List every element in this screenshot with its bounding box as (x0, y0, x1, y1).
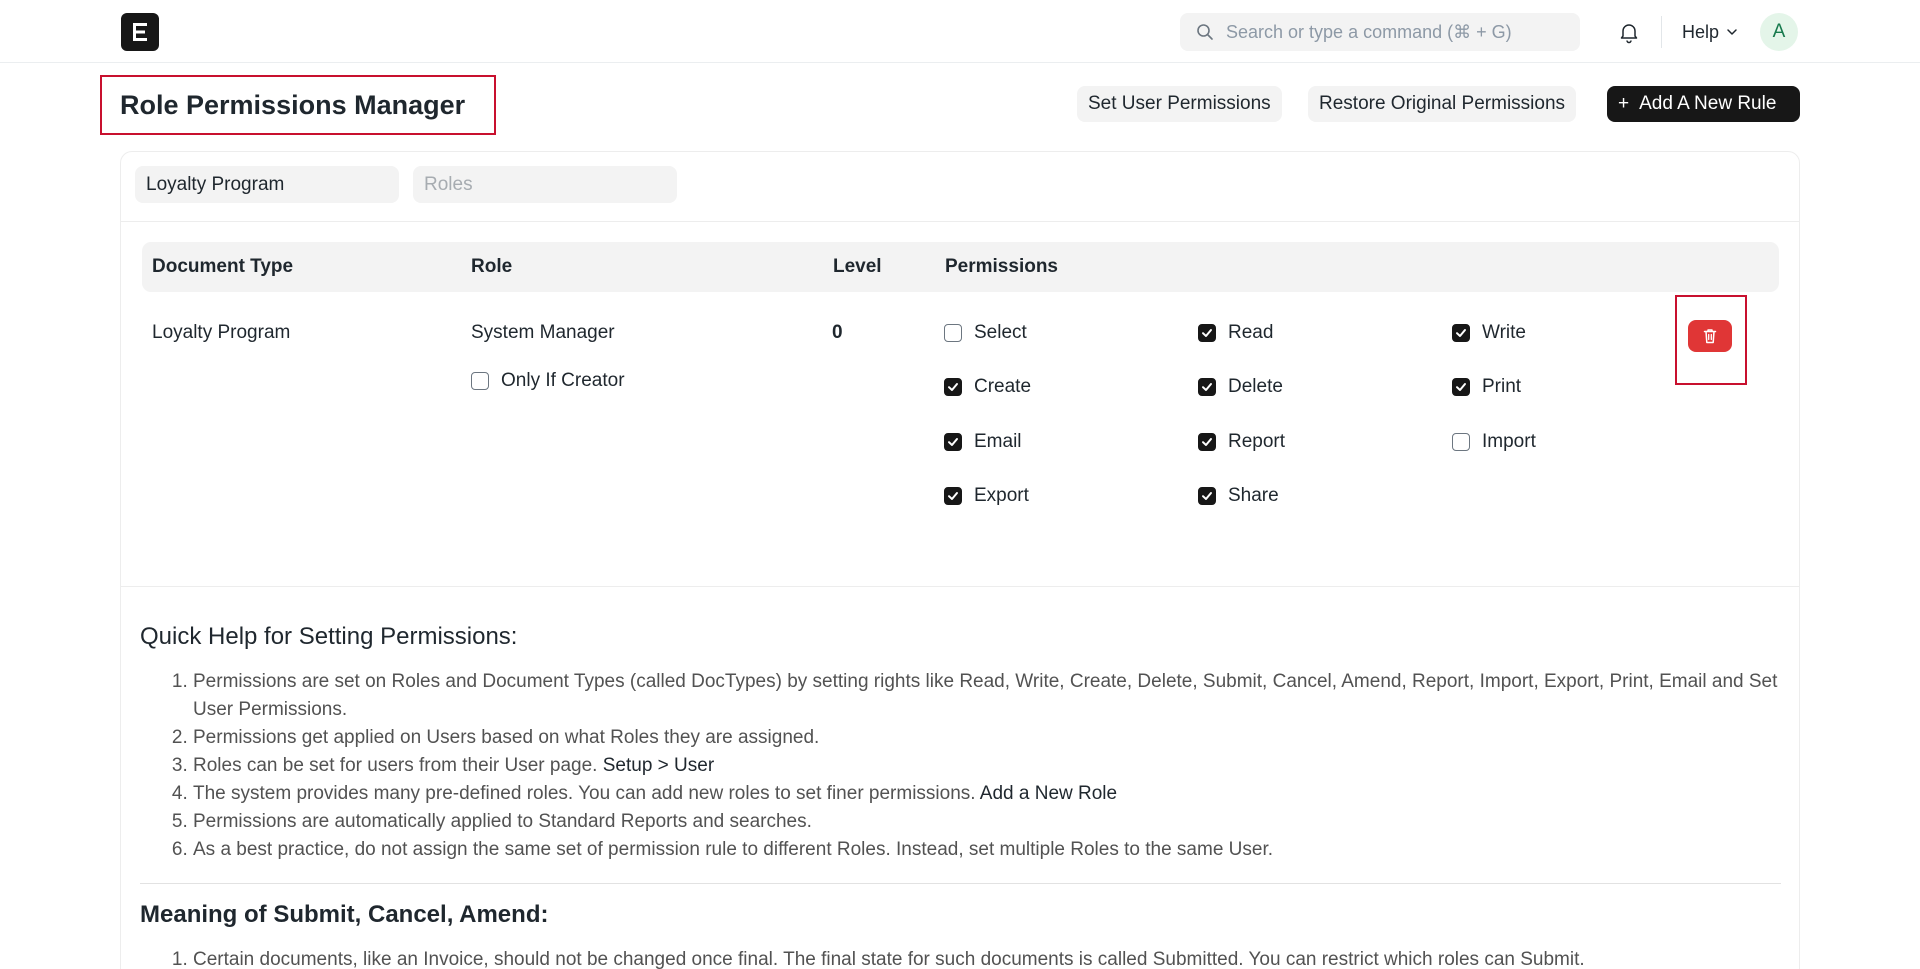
permission-label: Delete (1228, 376, 1283, 397)
permission-label: Create (974, 376, 1032, 397)
permission-share[interactable]: Share (1198, 485, 1279, 507)
list-item: Certain documents, like an Invoice, shou… (193, 946, 1781, 969)
header-role: Role (471, 256, 513, 277)
notification-bell-icon[interactable] (1617, 20, 1641, 44)
quick-help-section: Quick Help for Setting Permissions: Perm… (140, 623, 1781, 969)
add-new-rule-label: Add A New Rule (1639, 93, 1777, 114)
permission-read[interactable]: Read (1198, 322, 1273, 344)
header-level: Level (833, 256, 882, 277)
search-icon (1197, 24, 1213, 40)
list-item: The system provides many pre-defined rol… (193, 780, 1781, 808)
permission-export[interactable]: Export (944, 485, 1029, 507)
header-document-type: Document Type (152, 256, 294, 277)
permission-label: Export (974, 485, 1029, 506)
search-placeholder: Search or type a command (⌘ + G) (1226, 21, 1512, 42)
checkbox-icon (1198, 433, 1216, 451)
app-logo[interactable] (121, 13, 159, 51)
setup-user-link[interactable]: Setup > User (603, 755, 714, 776)
permission-print[interactable]: Print (1452, 376, 1521, 398)
permission-import[interactable]: Import (1452, 431, 1536, 453)
add-new-rule-button[interactable]: + Add A New Rule (1607, 86, 1800, 122)
document-type-filter[interactable]: Loyalty Program (135, 166, 399, 203)
page-title: Role Permissions Manager (120, 89, 466, 120)
table-divider (121, 586, 1799, 587)
only-if-creator-checkbox[interactable]: Only If Creator (471, 370, 625, 392)
checkbox-icon (1198, 324, 1216, 342)
trash-icon (1703, 329, 1717, 344)
only-if-creator-label: Only If Creator (501, 370, 625, 391)
list-item: Permissions are automatically applied to… (193, 808, 1781, 836)
permission-report[interactable]: Report (1198, 431, 1285, 453)
page-title-highlight: Role Permissions Manager (100, 75, 496, 135)
row-level: 0 (832, 322, 843, 343)
checkbox-icon (471, 372, 489, 390)
permission-delete[interactable]: Delete (1198, 376, 1283, 398)
meaning-title: Meaning of Submit, Cancel, Amend: (140, 901, 549, 928)
chevron-down-icon (1727, 29, 1737, 35)
plus-icon: + (1618, 93, 1630, 114)
list-item: As a best practice, do not assign the sa… (193, 836, 1781, 864)
permission-label: Select (974, 322, 1027, 343)
permission-label: Email (974, 431, 1022, 452)
permission-label: Report (1228, 431, 1286, 452)
restore-original-permissions-button[interactable]: Restore Original Permissions (1308, 86, 1577, 122)
checkbox-icon (1452, 324, 1470, 342)
permission-label: Read (1228, 322, 1274, 343)
checkbox-icon (1452, 433, 1470, 451)
checkbox-icon (1452, 378, 1470, 396)
quick-help-title: Quick Help for Setting Permissions: (140, 623, 518, 650)
navbar: Search or type a command (⌘ + G) Help A (0, 0, 1920, 63)
checkbox-icon (944, 378, 962, 396)
checkbox-icon (944, 433, 962, 451)
quick-help-list: Permissions are set on Roles and Documen… (140, 668, 1781, 864)
navbar-divider (1661, 16, 1662, 48)
logo-e-icon (133, 23, 147, 41)
checkbox-icon (1198, 378, 1216, 396)
meaning-list: Certain documents, like an Invoice, shou… (140, 946, 1781, 969)
permission-email[interactable]: Email (944, 431, 1022, 453)
list-item: Permissions get applied on Users based o… (193, 724, 1781, 752)
header-permissions: Permissions (945, 256, 1058, 277)
help-label: Help (1682, 21, 1720, 42)
help-dropdown[interactable]: Help (1682, 20, 1739, 44)
row-role: System Manager (471, 322, 615, 343)
add-new-role-link[interactable]: Add a New Role (980, 783, 1117, 804)
delete-rule-button[interactable] (1688, 320, 1732, 352)
search-bar[interactable]: Search or type a command (⌘ + G) (1180, 13, 1580, 51)
list-item: Permissions are set on Roles and Documen… (193, 668, 1781, 724)
checkbox-icon (944, 487, 962, 505)
permission-select[interactable]: Select (944, 322, 1027, 344)
set-user-permissions-button[interactable]: Set User Permissions (1077, 86, 1282, 122)
permission-label: Import (1482, 431, 1536, 452)
section-divider (140, 883, 1781, 884)
checkbox-icon (1198, 487, 1216, 505)
permission-label: Print (1482, 376, 1522, 397)
permission-label: Write (1482, 322, 1526, 343)
roles-filter[interactable]: Roles (413, 166, 677, 203)
table-header: Document Type Role Level Permissions (142, 242, 1779, 292)
permission-write[interactable]: Write (1452, 322, 1526, 344)
permission-create[interactable]: Create (944, 376, 1031, 398)
checkbox-icon (944, 324, 962, 342)
list-item: Roles can be set for users from their Us… (193, 752, 1781, 780)
filter-bar: Loyalty Program Roles (121, 152, 1799, 222)
permission-label: Share (1228, 485, 1279, 506)
permissions-card: Loyalty Program Roles Document Type Role… (120, 151, 1800, 969)
user-avatar[interactable]: A (1760, 13, 1798, 51)
row-document-type[interactable]: Loyalty Program (152, 322, 290, 344)
